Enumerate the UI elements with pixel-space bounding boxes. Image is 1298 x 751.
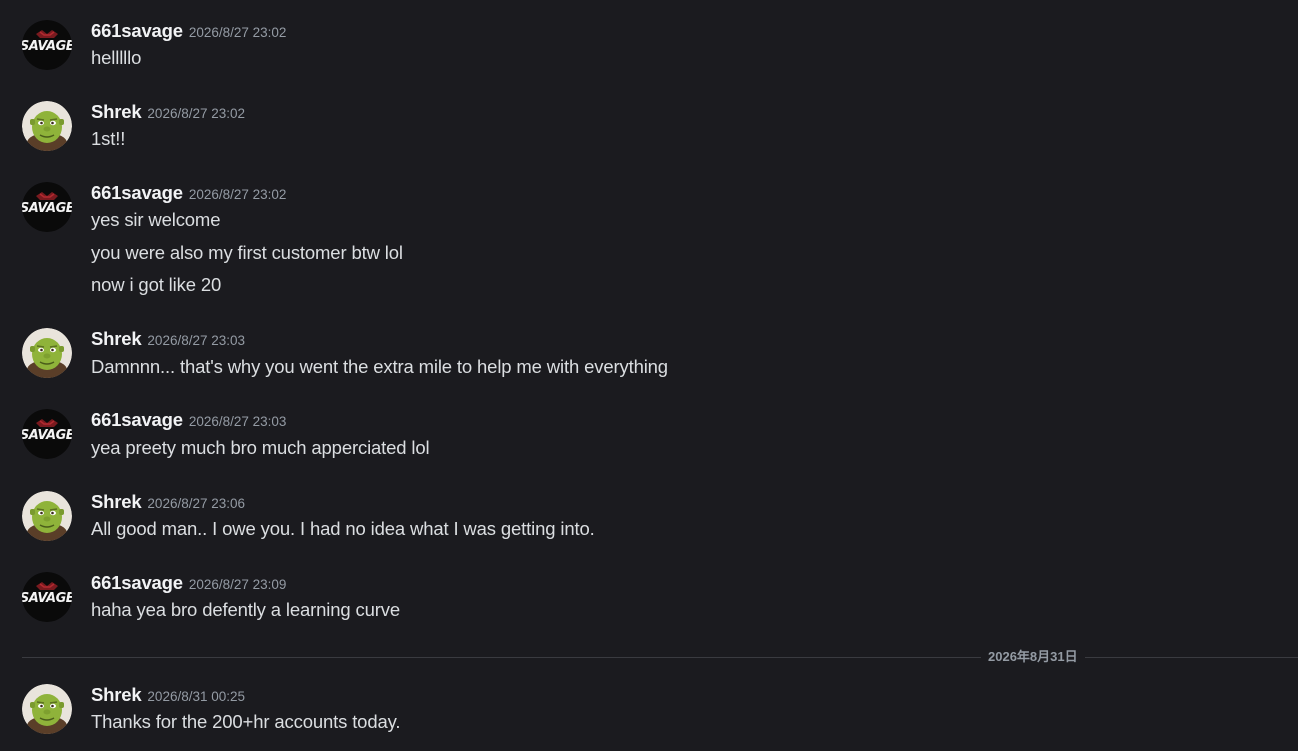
timestamp: 2026/8/27 23:02 [188,25,287,40]
message-header: 661savage 2026/8/27 23:09 [91,572,286,594]
avatar-shrek[interactable] [22,491,72,541]
username[interactable]: Shrek [91,101,142,122]
avatar-661savage[interactable] [22,20,72,70]
username[interactable]: Shrek [91,328,142,349]
date-divider-line [22,657,1298,658]
avatar-shrek[interactable] [22,328,72,378]
message-header: Shrek 2026/8/27 23:06 [91,491,245,513]
avatar-661savage[interactable] [22,572,72,622]
message-text: Thanks for the 200+hr accounts today. [91,711,401,732]
timestamp: 2026/8/27 23:09 [188,577,287,592]
message-header: Shrek 2026/8/27 23:03 [91,328,245,350]
username[interactable]: Shrek [91,491,142,512]
avatar-661savage[interactable] [22,409,72,459]
message-text: All good man.. I owe you. I had no idea … [91,518,595,539]
username[interactable]: 661savage [91,409,183,430]
timestamp: 2026/8/27 23:02 [188,187,287,202]
avatar-661savage[interactable] [22,182,72,232]
message-text: yea preety much bro much apperciated lol [91,437,430,458]
avatar-shrek[interactable] [22,101,72,151]
timestamp: 2026/8/27 23:06 [147,496,246,511]
message-text: Damnnn... that's why you went the extra … [91,356,668,377]
username[interactable]: Shrek [91,684,142,705]
message-text: 1st!! [91,128,126,149]
username[interactable]: 661savage [91,20,183,41]
date-divider-label: 2026年8月31日 [981,648,1085,666]
timestamp: 2026/8/27 23:03 [188,414,287,429]
message-text: yes sir welcome [91,209,221,230]
message-header: 661savage 2026/8/27 23:02 [91,20,286,42]
timestamp: 2026/8/27 23:03 [147,333,246,348]
username[interactable]: 661savage [91,182,183,203]
message-text: haha yea bro defently a learning curve [91,599,401,620]
username[interactable]: 661savage [91,572,183,593]
message-text: now i got like 20 [91,274,222,295]
message-header: 661savage 2026/8/27 23:03 [91,409,286,431]
message-text: you were also my first customer btw lol [91,242,403,263]
message-text: helllllo [91,47,142,68]
avatar-shrek[interactable] [22,684,72,734]
timestamp: 2026/8/27 23:02 [147,106,246,121]
message-header: Shrek 2026/8/27 23:02 [91,101,245,123]
timestamp: 2026/8/31 00:25 [147,689,246,704]
message-header: 661savage 2026/8/27 23:02 [91,182,286,204]
message-header: Shrek 2026/8/31 00:25 [91,684,245,706]
